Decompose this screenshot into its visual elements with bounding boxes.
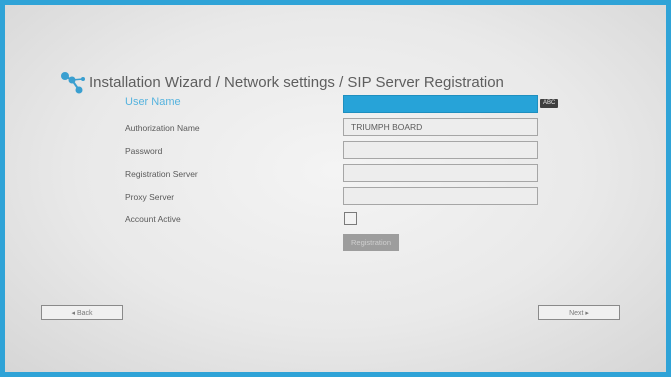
account-active-checkbox[interactable]: [344, 212, 357, 225]
account-active-label: Account Active: [125, 214, 181, 224]
authorization-name-field[interactable]: TRIUMPH BOARD: [343, 118, 538, 136]
registration-server-label: Registration Server: [125, 169, 198, 179]
wizard-screen: Installation Wizard / Network settings /…: [5, 5, 666, 372]
registration-button[interactable]: Registration: [343, 234, 399, 251]
input-mode-badge: ABC: [540, 99, 559, 108]
next-button[interactable]: Next ▸: [538, 305, 620, 320]
proxy-server-field[interactable]: [343, 187, 538, 205]
back-button[interactable]: ◂ Back: [41, 305, 123, 320]
user-name-field[interactable]: [343, 95, 538, 113]
network-nodes-icon: [61, 72, 85, 94]
user-name-label: User Name: [125, 96, 181, 108]
authorization-name-label: Authorization Name: [125, 123, 200, 133]
password-label: Password: [125, 146, 163, 156]
header: Installation Wizard / Network settings /…: [59, 70, 504, 94]
proxy-server-label: Proxy Server: [125, 192, 175, 202]
page-title: Installation Wizard / Network settings /…: [89, 73, 504, 91]
registration-server-field[interactable]: [343, 164, 538, 182]
password-field[interactable]: [343, 141, 538, 159]
